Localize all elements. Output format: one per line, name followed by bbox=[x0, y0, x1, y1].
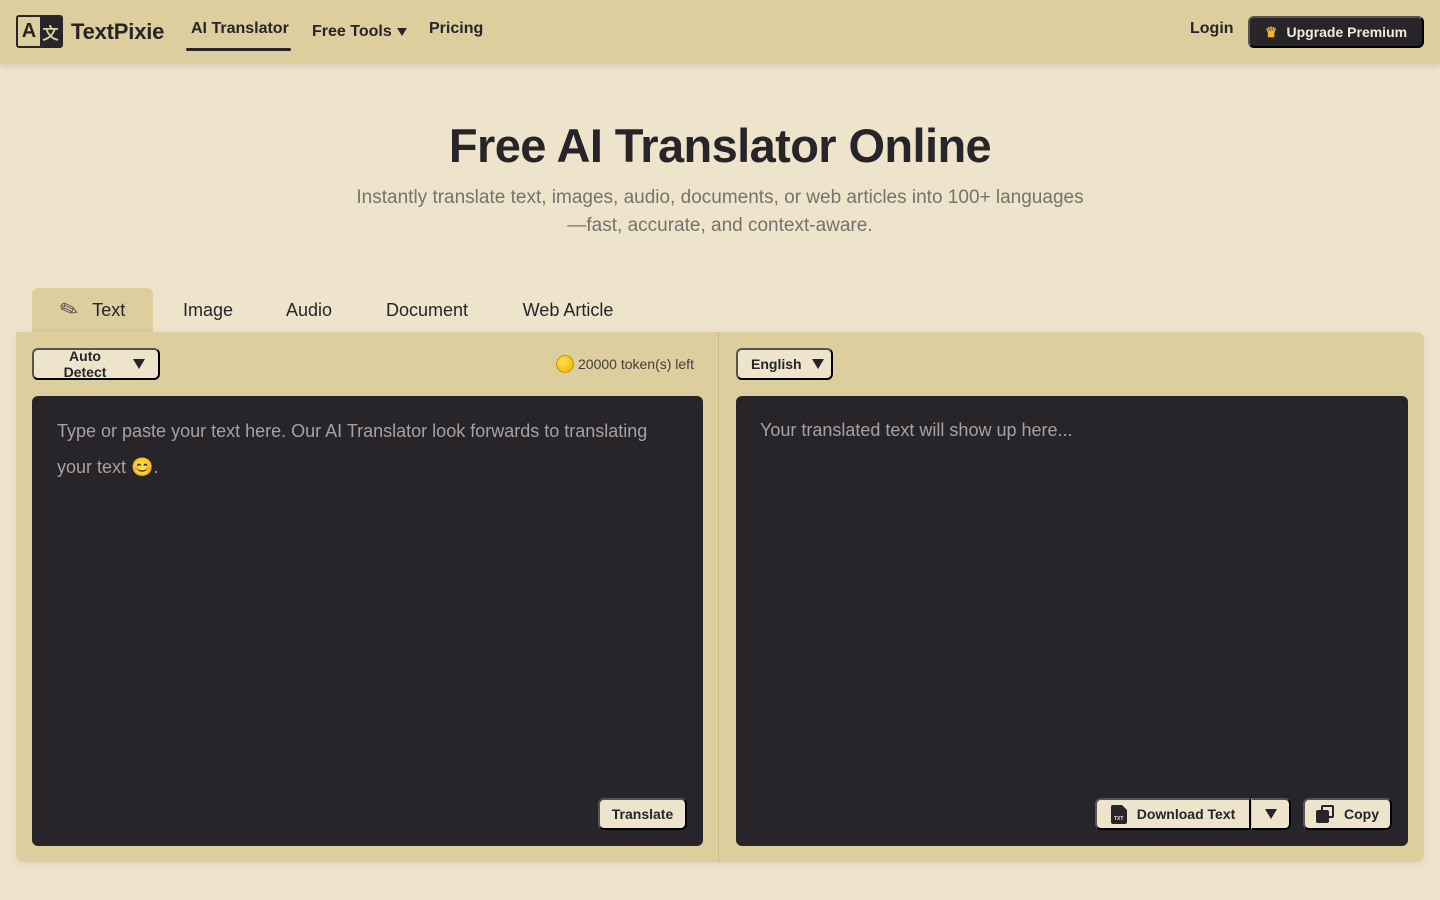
download-format-dropdown[interactable] bbox=[1251, 798, 1291, 830]
source-text-input[interactable] bbox=[32, 396, 703, 776]
nav-pricing[interactable]: Pricing bbox=[429, 20, 483, 44]
translate-button[interactable]: Translate bbox=[598, 798, 687, 830]
source-language-select[interactable]: Auto Detect bbox=[32, 348, 160, 380]
upgrade-premium-button[interactable]: ♛ Upgrade Premium bbox=[1248, 16, 1424, 48]
translated-text-area[interactable] bbox=[736, 396, 1408, 846]
download-text-label: Download Text bbox=[1136, 806, 1236, 822]
panel-divider bbox=[718, 332, 719, 862]
coin-icon bbox=[556, 355, 574, 373]
tab-text[interactable]: ✎ Text bbox=[32, 288, 153, 332]
chevron-down-icon bbox=[811, 359, 824, 369]
active-nav-indicator bbox=[186, 48, 291, 51]
page-subtitle: Instantly translate text, images, audio,… bbox=[320, 184, 1120, 240]
tab-document[interactable]: Document bbox=[372, 288, 482, 332]
subtitle-line-1: Instantly translate text, images, audio,… bbox=[356, 187, 1084, 208]
page-title: Free AI Translator Online bbox=[448, 119, 992, 172]
login-link[interactable]: Login bbox=[1190, 20, 1234, 44]
crown-icon: ♛ bbox=[1264, 23, 1278, 40]
tab-text-label: Text bbox=[92, 299, 126, 320]
source-language-label: Auto Detect bbox=[63, 348, 107, 380]
logo-glyph-a: A bbox=[21, 20, 37, 42]
pencil-icon: ✎ bbox=[55, 294, 82, 325]
chevron-down-icon bbox=[396, 28, 407, 36]
nav-ai-translator[interactable]: AI Translator bbox=[191, 20, 289, 44]
nav-free-tools-label: Free Tools bbox=[312, 23, 392, 40]
copy-button[interactable]: Copy bbox=[1303, 798, 1392, 830]
subtitle-line-2: —fast, accurate, and context-aware. bbox=[567, 215, 873, 236]
nav-free-tools[interactable]: Free Tools bbox=[312, 20, 407, 44]
file-txt-icon: TXT bbox=[1110, 804, 1127, 824]
brand-name: TextPixie bbox=[71, 18, 165, 44]
token-counter-label: 20000 token(s) left bbox=[578, 356, 694, 372]
chevron-down-icon bbox=[1264, 809, 1277, 819]
download-text-button[interactable]: TXT Download Text bbox=[1095, 798, 1251, 830]
tab-image[interactable]: Image bbox=[170, 288, 246, 332]
brand-logo[interactable]: A 文 TextPixie bbox=[16, 15, 164, 48]
upgrade-premium-label: Upgrade Premium bbox=[1286, 24, 1408, 40]
token-counter: 20000 token(s) left bbox=[556, 353, 694, 375]
logo-mark-icon: A 文 bbox=[16, 15, 63, 48]
tab-audio[interactable]: Audio bbox=[274, 288, 344, 332]
chevron-down-icon bbox=[133, 359, 145, 369]
copy-label: Copy bbox=[1344, 806, 1379, 822]
target-language-select[interactable]: English bbox=[736, 348, 833, 380]
translated-text-placeholder: Your translated text will show up here..… bbox=[760, 420, 1073, 440]
tab-web-article[interactable]: Web Article bbox=[508, 288, 628, 332]
logo-glyph-b: 文 bbox=[40, 17, 61, 46]
target-language-label: English bbox=[751, 356, 802, 372]
copy-icon bbox=[1316, 805, 1334, 823]
top-navbar: A 文 TextPixie AI Translator Free Tools P… bbox=[0, 0, 1440, 64]
